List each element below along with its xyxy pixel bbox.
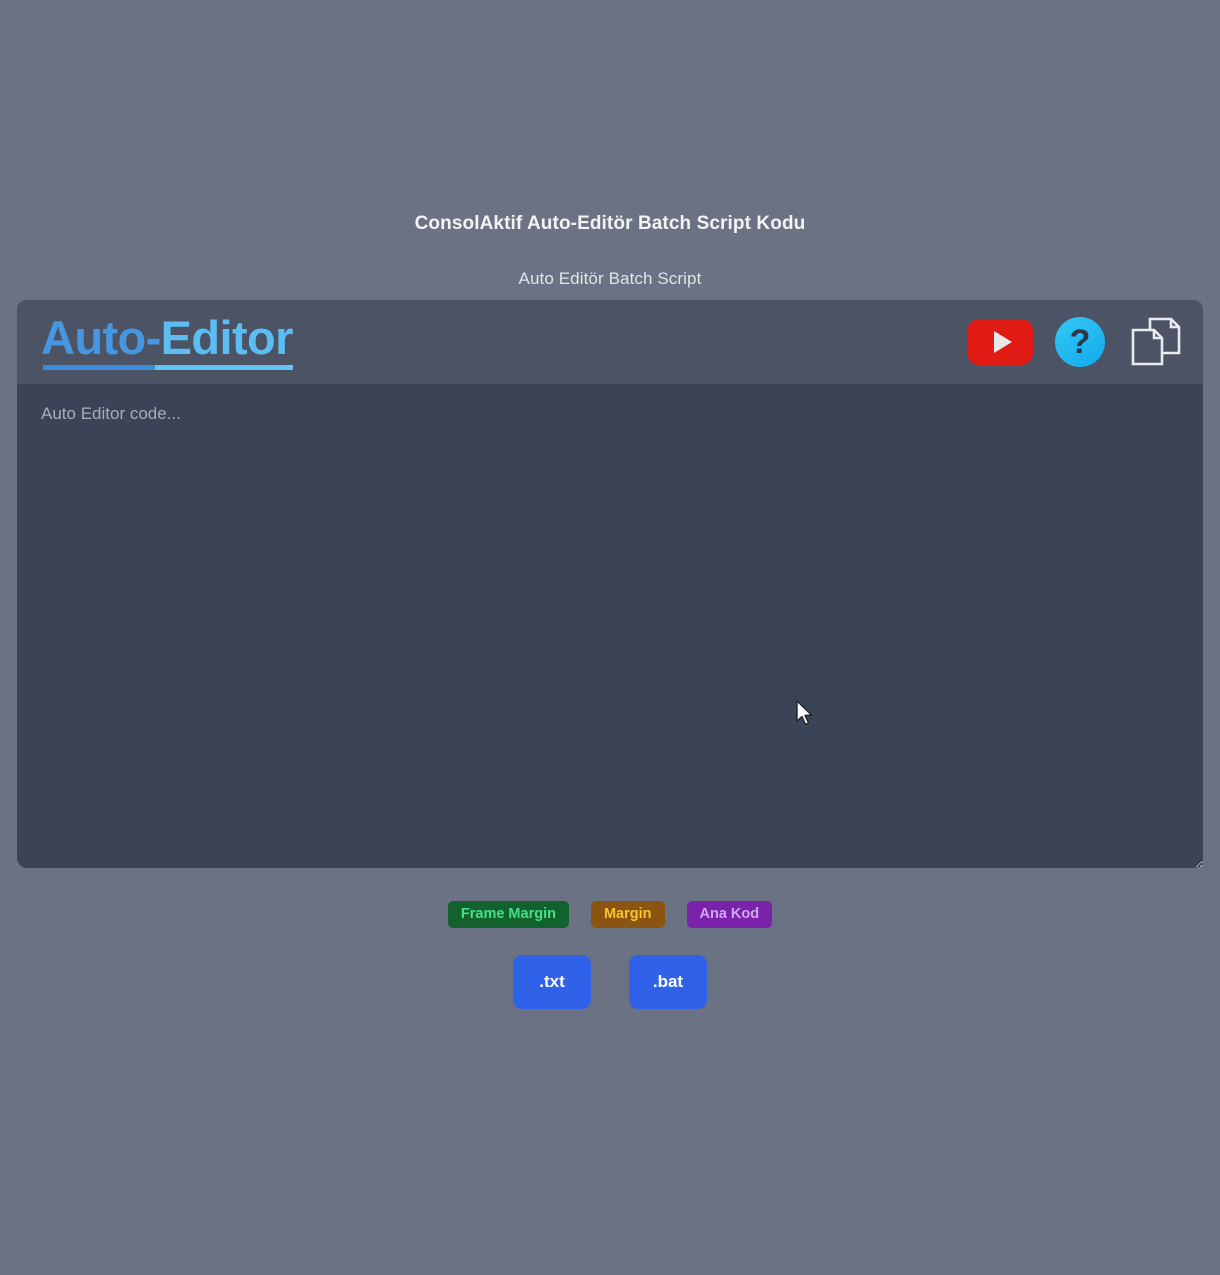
- logo-part-two: Editor: [160, 311, 294, 364]
- editor-card: Auto-Editor ?: [17, 300, 1203, 868]
- copy-button[interactable]: [1127, 313, 1185, 371]
- editor-header: Auto-Editor ?: [17, 300, 1203, 384]
- badge-ana-kod[interactable]: Ana Kod: [686, 901, 773, 929]
- logo-underline: [43, 365, 293, 370]
- play-triangle-icon: [993, 331, 1012, 353]
- download-txt-button[interactable]: .txt: [513, 955, 591, 1009]
- copy-icon: [1131, 317, 1181, 366]
- download-bat-button[interactable]: .bat: [629, 955, 707, 1009]
- header-icon-group: ?: [967, 313, 1185, 371]
- badge-row: Frame Margin Margin Ana Kod: [0, 901, 1220, 929]
- app-logo: Auto-Editor: [41, 314, 293, 370]
- page-title: ConsolAktif Auto-Editör Batch Script Kod…: [414, 213, 806, 234]
- help-icon: ?: [1055, 317, 1105, 367]
- logo-part-one: Auto-: [41, 311, 161, 364]
- help-button[interactable]: ?: [1055, 317, 1105, 367]
- badge-margin[interactable]: Margin: [590, 901, 665, 929]
- code-input[interactable]: [17, 384, 1203, 868]
- youtube-button[interactable]: [967, 319, 1033, 365]
- page-subtitle: Auto Editör Batch Script: [518, 269, 702, 288]
- file-button-row: .txt .bat: [0, 955, 1220, 1009]
- youtube-icon: [967, 319, 1033, 365]
- badge-frame-margin[interactable]: Frame Margin: [447, 901, 569, 929]
